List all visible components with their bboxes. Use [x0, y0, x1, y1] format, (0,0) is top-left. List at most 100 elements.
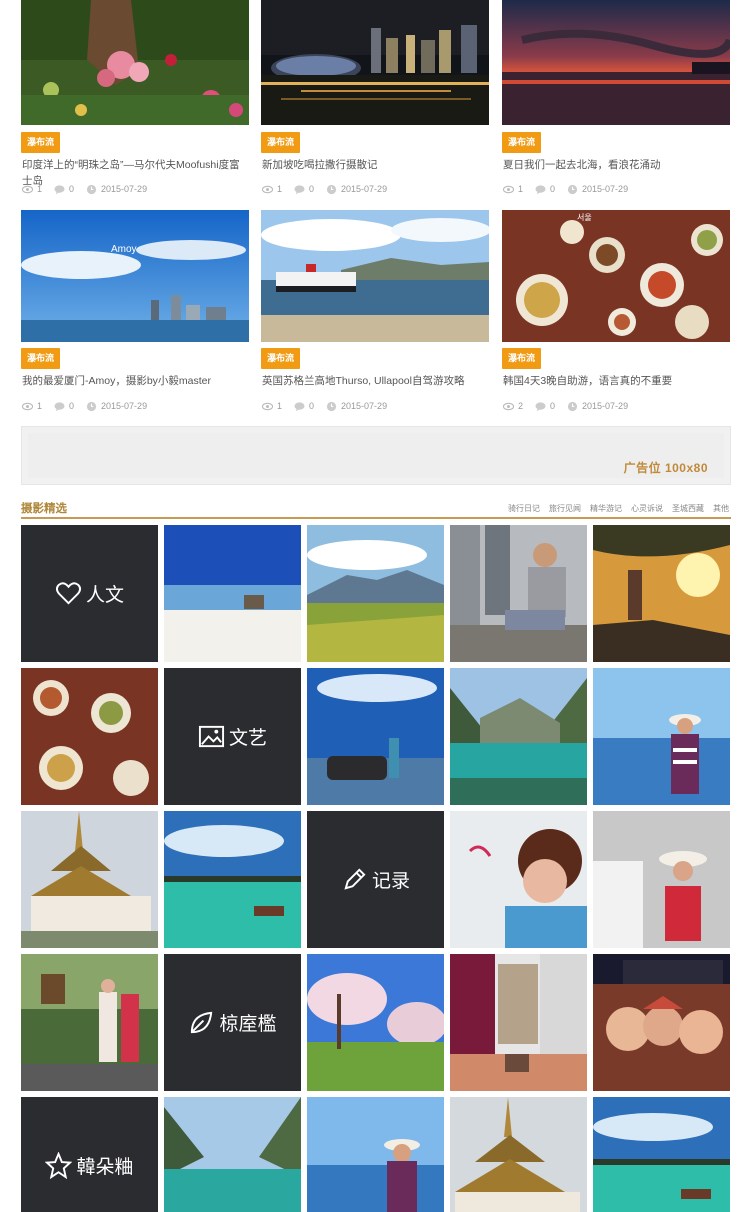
photo-tile[interactable]	[307, 668, 444, 805]
article-meta: 1 0 2015-07-29	[503, 182, 628, 196]
article-meta: 1 0 2015-07-29	[262, 182, 387, 196]
comment-count: 0	[69, 401, 75, 411]
comment-icon	[54, 401, 65, 411]
photo-tile[interactable]	[307, 1097, 444, 1212]
article-meta: 1 0 2015-07-29	[22, 182, 147, 196]
article-title[interactable]: 夏日我们一起去北海，看浪花涌动	[503, 157, 731, 173]
section-nav-item[interactable]: 旅行见闻	[549, 503, 581, 514]
article-thumbnail[interactable]	[261, 0, 489, 125]
ad-banner[interactable]: 广告位 100x80	[21, 426, 731, 485]
photo-tile[interactable]	[21, 668, 158, 805]
photo-tile[interactable]	[450, 525, 587, 662]
photo-tile[interactable]	[450, 811, 587, 948]
comment-count: 0	[309, 184, 315, 194]
category-tile[interactable]: 记录	[307, 811, 444, 948]
category-tag[interactable]: 瀑布流	[21, 348, 61, 369]
category-tile[interactable]: 文艺	[164, 668, 301, 805]
article-title[interactable]: 新加坡吃喝拉撒行摄散记	[262, 157, 490, 173]
photo-tile[interactable]	[307, 954, 444, 1091]
photo-tile[interactable]	[593, 954, 730, 1091]
clock-icon	[567, 401, 578, 411]
publish-date: 2015-07-29	[101, 184, 148, 194]
category-label: 记录	[371, 871, 410, 892]
eye-icon	[22, 402, 33, 410]
category-tag[interactable]: 瀑布流	[261, 348, 301, 369]
publish-date: 2015-07-29	[582, 401, 629, 411]
comment-icon	[294, 401, 305, 411]
article-thumbnail[interactable]	[502, 0, 730, 125]
category-tile[interactable]: 韓朵粬	[21, 1097, 158, 1212]
eye-icon	[262, 185, 273, 193]
section-header: 摄影精选 骑行日记 旅行见闻 精华游记 心灵诉说 圣城西藏 其他	[21, 499, 731, 519]
svg-text:서울: 서울	[577, 213, 592, 222]
comment-icon	[294, 184, 305, 194]
photo-tile[interactable]	[593, 811, 730, 948]
photo-tile[interactable]	[307, 525, 444, 662]
comment-count: 0	[550, 401, 556, 411]
category-tile[interactable]: 人文	[21, 525, 158, 662]
clock-icon	[326, 184, 337, 194]
article-title[interactable]: 韩国4天3晚自助游，语言真的不重要	[503, 373, 731, 389]
eye-icon	[503, 402, 514, 410]
eye-icon	[22, 185, 33, 193]
article-thumbnail[interactable]: Amoy	[21, 210, 249, 342]
section-nav-item[interactable]: 骑行日记	[508, 503, 540, 514]
article-thumbnail[interactable]	[21, 0, 249, 125]
photo-tile[interactable]	[450, 668, 587, 805]
photo-tile[interactable]	[164, 525, 301, 662]
view-count: 1	[277, 401, 283, 411]
category-tag[interactable]: 瀑布流	[261, 132, 301, 153]
section-nav-item[interactable]: 心灵诉说	[631, 503, 663, 514]
photo-tile[interactable]	[164, 811, 301, 948]
publish-date: 2015-07-29	[341, 184, 388, 194]
article-title[interactable]: 英国苏格兰高地Thurso, Ullapool自驾游攻略	[262, 373, 490, 389]
category-tag[interactable]: 瀑布流	[502, 132, 542, 153]
photo-tile[interactable]	[593, 668, 730, 805]
view-count: 1	[277, 184, 283, 194]
photo-tile[interactable]	[593, 525, 730, 662]
photo-tile[interactable]	[450, 954, 587, 1091]
svg-text:Amoy: Amoy	[111, 244, 137, 255]
comment-icon	[535, 401, 546, 411]
section-nav-item[interactable]: 其他	[713, 503, 729, 514]
photo-tile[interactable]	[21, 811, 158, 948]
article-meta: 1 0 2015-07-29	[262, 399, 387, 413]
section-nav-item[interactable]: 圣城西藏	[672, 503, 704, 514]
category-tile[interactable]: 椋庢檻	[164, 954, 301, 1091]
clock-icon	[567, 184, 578, 194]
photo-tile[interactable]	[450, 1097, 587, 1212]
ad-label: 广告位 100x80	[623, 461, 708, 475]
article-thumbnail[interactable]	[261, 210, 489, 342]
comment-count: 0	[309, 401, 315, 411]
category-label: 韓朵粬	[76, 1157, 134, 1178]
publish-date: 2015-07-29	[582, 184, 629, 194]
image-icon	[198, 725, 225, 748]
comment-count: 0	[69, 184, 75, 194]
view-count: 1	[37, 184, 43, 194]
eye-icon	[503, 185, 514, 193]
photo-tile[interactable]	[593, 1097, 730, 1212]
pencil-icon	[344, 868, 366, 890]
category-tag[interactable]: 瀑布流	[502, 348, 542, 369]
photo-tile[interactable]	[164, 1097, 301, 1212]
category-label: 椋庢檻	[219, 1014, 277, 1035]
clock-icon	[86, 401, 97, 411]
section-nav-item[interactable]: 精华游记	[590, 503, 622, 514]
comment-icon	[535, 184, 546, 194]
category-tag[interactable]: 瀑布流	[21, 132, 61, 153]
ad-banner-inner	[28, 433, 724, 478]
section-title: 摄影精选	[21, 503, 67, 515]
photo-tile[interactable]	[21, 954, 158, 1091]
article-meta: 2 0 2015-07-29	[503, 399, 628, 413]
comment-icon	[54, 184, 65, 194]
section-nav: 骑行日记 旅行见闻 精华游记 心灵诉说 圣城西藏 其他	[508, 503, 729, 514]
publish-date: 2015-07-29	[101, 401, 148, 411]
comment-count: 0	[550, 184, 556, 194]
leaf-icon	[191, 1011, 213, 1034]
article-title[interactable]: 我的最爱厦门-Amoy，摄影by小毅master	[22, 373, 250, 389]
clock-icon	[86, 184, 97, 194]
page: 瀑布流 印度洋上的“明珠之岛”—马尔代夫Moofushi度富士岛 1 0 201…	[0, 0, 750, 1212]
article-thumbnail[interactable]: 서울	[502, 210, 730, 342]
category-label: 人文	[85, 585, 124, 606]
clock-icon	[326, 401, 337, 411]
